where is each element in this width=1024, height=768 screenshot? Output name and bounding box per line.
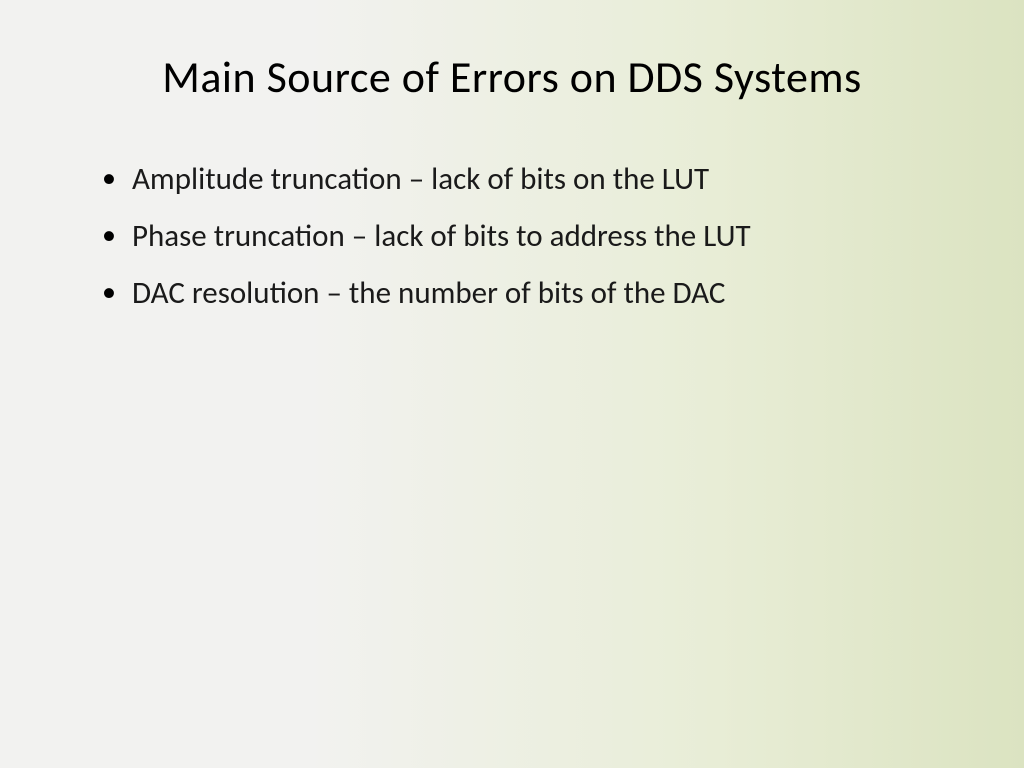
bullet-list: Amplitude truncation – lack of bits on t…	[70, 159, 954, 315]
bullet-item: Phase truncation – lack of bits to addre…	[102, 216, 954, 258]
slide-container: Main Source of Errors on DDS Systems Amp…	[0, 0, 1024, 768]
bullet-item: Amplitude truncation – lack of bits on t…	[102, 159, 954, 201]
slide-title: Main Source of Errors on DDS Systems	[70, 50, 954, 104]
bullet-item: DAC resolution – the number of bits of t…	[102, 273, 954, 315]
